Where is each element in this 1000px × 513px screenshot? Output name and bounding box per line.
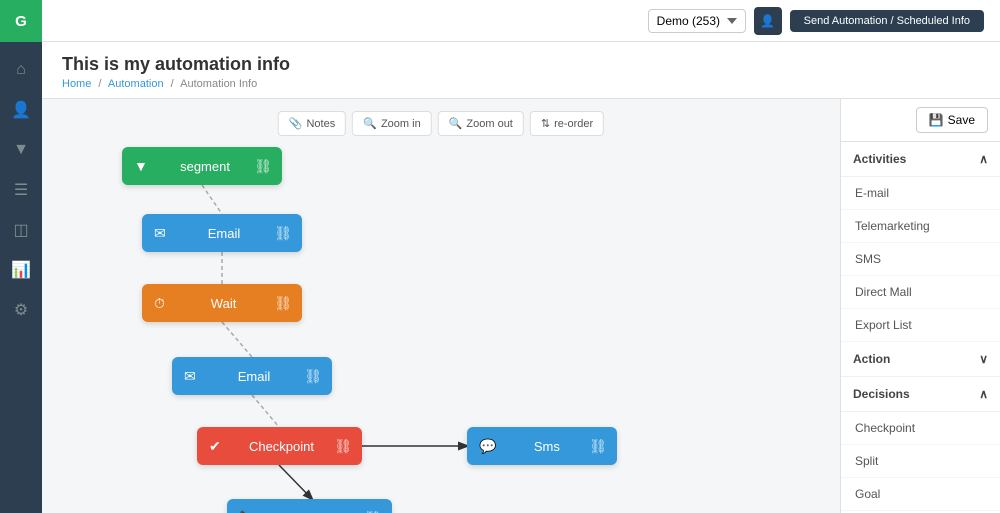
sidebar-item-contacts[interactable]: 👤 — [3, 92, 39, 128]
decisions-section-header[interactable]: Decisions ∧ — [841, 377, 1000, 412]
action-section-header[interactable]: Action ∨ — [841, 342, 1000, 377]
email1-node[interactable]: ✉ Email ⛓ — [142, 214, 302, 252]
decision-goal[interactable]: Goal — [841, 478, 1000, 511]
checkpoint-link-icon: ⛓ — [334, 438, 352, 455]
right-panel: 💾 Save Activities ∧ E-mail Telemarketing… — [840, 99, 1000, 513]
email1-icon: ✉ — [154, 225, 166, 242]
main-content: Demo (253) 👤 Send Automation / Scheduled… — [42, 0, 1000, 513]
sms-link-icon: ⛓ — [589, 438, 607, 455]
activities-chevron-icon: ∧ — [979, 152, 988, 166]
action-label: Action — [853, 352, 890, 366]
page-title: This is my automation info — [62, 54, 980, 75]
save-icon: 💾 — [929, 113, 944, 127]
sms-icon: 💬 — [479, 438, 496, 455]
save-area: 💾 Save — [841, 99, 1000, 142]
app-logo[interactable]: G — [0, 0, 42, 42]
flow-canvas: ▼ segment ⛓ ✉ Email ⛓ ⏱ Wait ⛓ — [42, 99, 840, 513]
wait-icon: ⏱ — [154, 295, 165, 312]
wait-label: Wait — [211, 296, 237, 311]
save-button[interactable]: 💾 Save — [916, 107, 988, 133]
breadcrumb: Home / Automation / Automation Info — [62, 78, 980, 90]
sidebar-item-filter[interactable]: ▼ — [3, 132, 39, 168]
activity-telemarketing[interactable]: Telemarketing — [841, 210, 1000, 243]
user-button[interactable]: 👤 — [754, 7, 782, 35]
decisions-label: Decisions — [853, 387, 910, 401]
telemarketing-link-icon: ⛓ — [364, 510, 382, 513]
sms-node[interactable]: 💬 Sms ⛓ — [467, 427, 617, 465]
checkpoint-node[interactable]: ✔ Checkpoint ⛓ — [197, 427, 362, 465]
sidebar: G ⌂ 👤 ▼ ☰ ◫ 📊 ⚙ — [0, 0, 42, 513]
page-header: This is my automation info Home / Automa… — [42, 42, 1000, 99]
topbar: Demo (253) 👤 Send Automation / Scheduled… — [42, 0, 1000, 42]
segment-link-icon: ⛓ — [254, 158, 272, 175]
activities-section-header[interactable]: Activities ∧ — [841, 142, 1000, 177]
telemarketing-icon: 📞 — [239, 510, 256, 513]
logo-text: G — [15, 13, 27, 30]
activity-export-list[interactable]: Export List — [841, 309, 1000, 342]
activity-sms[interactable]: SMS — [841, 243, 1000, 276]
segment-node[interactable]: ▼ segment ⛓ — [122, 147, 282, 185]
breadcrumb-home[interactable]: Home — [62, 78, 91, 90]
decision-split[interactable]: Split — [841, 445, 1000, 478]
decisions-chevron-icon: ∧ — [979, 387, 988, 401]
canvas-area: 📎 Notes 🔍 Zoom in 🔍 Zoom out ⇅ re-order — [42, 99, 840, 513]
sms-label: Sms — [534, 439, 560, 454]
checkpoint-label: Checkpoint — [249, 439, 314, 454]
email1-label: Email — [208, 226, 241, 241]
sidebar-item-list[interactable]: ☰ — [3, 172, 39, 208]
action-chevron-icon: ∨ — [979, 352, 988, 366]
decision-checkpoint[interactable]: Checkpoint — [841, 412, 1000, 445]
activity-direct-mall[interactable]: Direct Mall — [841, 276, 1000, 309]
wait-node[interactable]: ⏱ Wait ⛓ — [142, 284, 302, 322]
activity-email[interactable]: E-mail — [841, 177, 1000, 210]
breadcrumb-current: Automation Info — [180, 78, 257, 90]
breadcrumb-automation[interactable]: Automation — [108, 78, 164, 90]
segment-label: segment — [180, 159, 230, 174]
email2-link-icon: ⛓ — [304, 368, 322, 385]
sidebar-item-settings[interactable]: ⚙ — [3, 292, 39, 328]
segment-icon: ▼ — [134, 158, 148, 174]
checkpoint-icon: ✔ — [209, 438, 221, 455]
send-automation-button[interactable]: Send Automation / Scheduled Info — [790, 10, 984, 32]
wait-link-icon: ⛓ — [274, 295, 292, 312]
email2-node[interactable]: ✉ Email ⛓ — [172, 357, 332, 395]
content-area: 📎 Notes 🔍 Zoom in 🔍 Zoom out ⇅ re-order — [42, 99, 1000, 513]
sidebar-item-home[interactable]: ⌂ — [3, 52, 39, 88]
demo-select[interactable]: Demo (253) — [648, 9, 746, 33]
activities-label: Activities — [853, 152, 906, 166]
telemarketing-node[interactable]: 📞 Telemarketing ⛓ — [227, 499, 392, 513]
sidebar-item-chart[interactable]: 📊 — [3, 252, 39, 288]
email2-label: Email — [238, 369, 271, 384]
email2-icon: ✉ — [184, 368, 196, 385]
sidebar-item-layers[interactable]: ◫ — [3, 212, 39, 248]
email1-link-icon: ⛓ — [274, 225, 292, 242]
